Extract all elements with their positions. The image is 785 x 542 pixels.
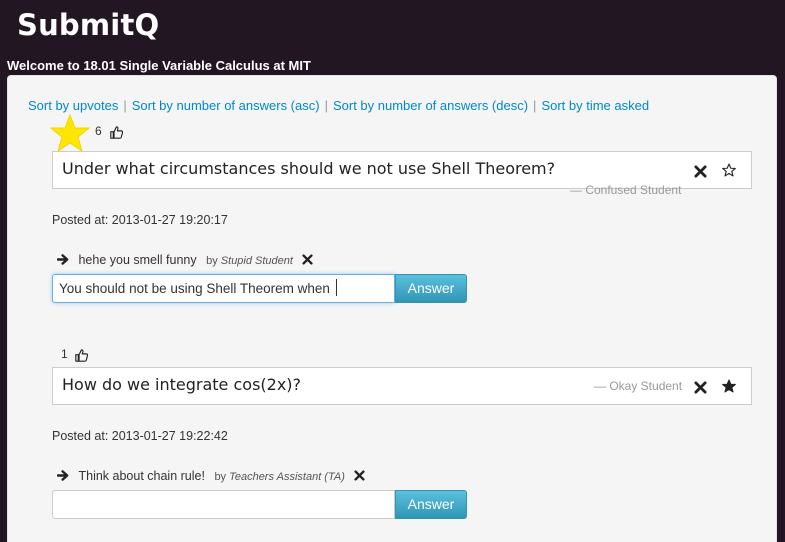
arrow-right-icon bbox=[56, 254, 69, 265]
question-author: — Okay Student bbox=[594, 379, 683, 393]
answer-input[interactable]: You should not be using Shell Theorem wh… bbox=[52, 274, 395, 303]
sort-by-upvotes-link[interactable]: Sort by upvotes bbox=[28, 98, 118, 113]
close-icon[interactable] bbox=[354, 470, 365, 481]
close-icon[interactable] bbox=[694, 379, 707, 398]
answer-input[interactable] bbox=[52, 490, 395, 519]
answer-text: Think about chain rule! bbox=[78, 469, 205, 483]
answer-item: hehe you smell funny by Stupid Student bbox=[56, 253, 314, 267]
close-icon[interactable] bbox=[302, 254, 314, 265]
question-text: Under what circumstances should we not u… bbox=[62, 159, 556, 178]
posted-timestamp: Posted at: 2013-01-27 19:22:42 bbox=[52, 429, 228, 443]
posted-timestamp: Posted at: 2013-01-27 19:20:17 bbox=[52, 213, 228, 227]
question-author: — Confused Student bbox=[570, 183, 682, 197]
separator: | bbox=[324, 98, 328, 113]
question-text: How do we integrate cos(2x)? bbox=[62, 375, 302, 394]
star-icon[interactable] bbox=[722, 162, 736, 181]
upvote-count: 1 bbox=[61, 347, 68, 361]
thumbs-up-icon[interactable] bbox=[75, 347, 89, 366]
sort-bar: Sort by upvotes | Sort by number of answer… bbox=[28, 98, 649, 113]
answer-author: Stupid Student bbox=[220, 255, 293, 267]
answer-button[interactable]: Answer bbox=[395, 274, 467, 303]
answer-item: Think about chain rule! by Teachers Assi… bbox=[56, 469, 365, 483]
answer-button[interactable]: Answer bbox=[395, 490, 467, 519]
answer-text: hehe you smell funny bbox=[78, 253, 197, 267]
close-icon[interactable] bbox=[694, 163, 707, 182]
sort-by-answers-desc-link[interactable]: Sort by number of answers (desc) bbox=[333, 98, 528, 113]
answer-byline: by Teachers Assistant (TA) bbox=[214, 471, 344, 483]
sort-by-time-link[interactable]: Sort by time asked bbox=[541, 98, 649, 113]
question-box: Under what circumstances should we not u… bbox=[52, 151, 752, 197]
question-box: How do we integrate cos(2x)? — Okay Stud… bbox=[52, 367, 752, 405]
arrow-right-icon bbox=[56, 470, 69, 481]
welcome-message: Welcome to 18.01 Single Variable Calculu… bbox=[7, 58, 311, 73]
separator: | bbox=[123, 98, 127, 113]
answer-by-label: by bbox=[214, 471, 227, 483]
separator: | bbox=[533, 98, 537, 113]
answer-by-label: by bbox=[206, 255, 218, 267]
app-title: SubmitQ bbox=[17, 8, 160, 42]
answer-author: Teachers Assistant (TA) bbox=[229, 471, 345, 483]
answer-input-value: You should not be using Shell Theorem wh… bbox=[59, 281, 330, 296]
upvote-count: 6 bbox=[95, 124, 102, 138]
thumbs-up-icon[interactable] bbox=[110, 124, 124, 143]
text-caret bbox=[335, 279, 337, 296]
sort-by-answers-asc-link[interactable]: Sort by number of answers (asc) bbox=[132, 98, 320, 113]
questions-panel: Sort by upvotes | Sort by number of answer… bbox=[7, 75, 777, 542]
answer-byline: by Stupid Student bbox=[206, 255, 293, 267]
highlight-star-icon bbox=[49, 113, 91, 156]
star-icon[interactable] bbox=[722, 378, 736, 397]
